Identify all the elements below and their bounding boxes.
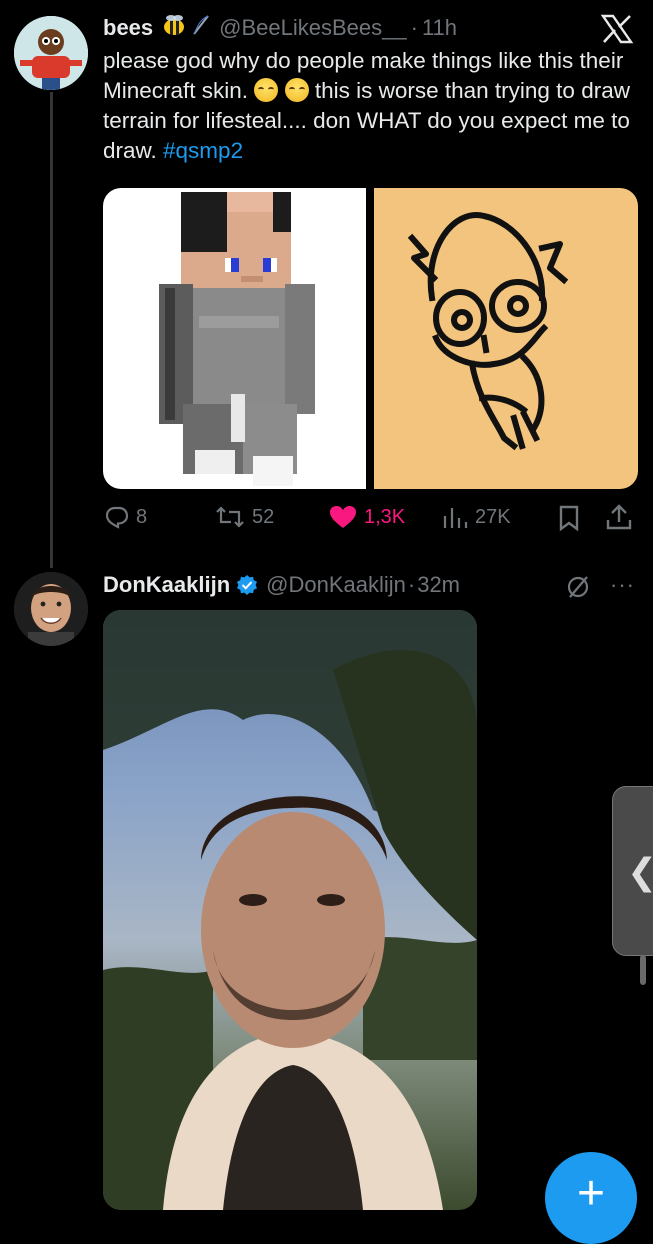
tweet1-handle[interactable]: @BeeLikesBees__ <box>219 15 406 41</box>
pleading-face-icon <box>254 78 279 102</box>
tweet1-media[interactable] <box>103 188 638 489</box>
side-panel-handle[interactable]: ❮ <box>612 786 653 956</box>
chevron-left-icon: ❮ <box>627 851 653 893</box>
tweet1-text: please god why do people make things lik… <box>103 46 633 166</box>
bookmark-button[interactable] <box>557 504 581 537</box>
tweet2-display-name[interactable]: DonKaaklijn <box>103 572 230 598</box>
pleading-face-icon <box>284 78 309 102</box>
views-count: 27K <box>475 505 511 528</box>
heart-filled-icon <box>330 506 356 528</box>
verified-badge-icon <box>236 574 258 596</box>
avatar-bees[interactable] <box>14 16 88 90</box>
reply-count: 8 <box>136 505 148 528</box>
avatar-donkaaklijn[interactable] <box>14 572 88 646</box>
needle-icon <box>191 14 211 42</box>
share-icon <box>606 504 632 530</box>
tweet1-header: bees @BeeLikesBees__ · 11h <box>103 14 457 42</box>
reply-icon <box>105 506 129 529</box>
like-button[interactable]: 1,3K <box>328 504 405 530</box>
tweet2-time[interactable]: 32m <box>417 572 460 598</box>
like-count: 1,3K <box>364 505 406 528</box>
tweet2-handle[interactable]: @DonKaaklijn <box>266 572 406 598</box>
bookmark-icon <box>559 505 579 532</box>
doodle-drawing-image[interactable] <box>374 188 638 489</box>
thread-line <box>50 92 53 568</box>
share-button[interactable] <box>605 502 633 537</box>
tweet2-dot: · <box>407 572 416 597</box>
tweet1-dot: · <box>410 15 418 40</box>
tweet1-time[interactable]: 11h <box>422 15 457 41</box>
tweet2-header: DonKaaklijn @DonKaaklijn · 32m <box>103 572 460 598</box>
grok-icon[interactable] <box>565 574 591 605</box>
side-panel-knob <box>640 955 646 985</box>
tweet2-photo[interactable] <box>103 610 477 1210</box>
retweet-count: 52 <box>252 505 275 528</box>
x-logo-icon <box>600 14 634 49</box>
more-options-button[interactable]: ··· <box>610 572 635 598</box>
compose-button[interactable]: + <box>545 1152 637 1244</box>
retweet-button[interactable]: 52 <box>214 504 274 530</box>
tweet1-display-name[interactable]: bees <box>103 15 153 41</box>
bee-icon <box>161 14 187 42</box>
reply-button[interactable]: 8 <box>104 504 147 530</box>
views-button[interactable]: 27K <box>441 504 511 530</box>
views-chart-icon <box>443 508 468 528</box>
minecraft-skin-image[interactable] <box>103 188 366 489</box>
hashtag-link[interactable]: #qsmp2 <box>163 138 243 163</box>
retweet-icon <box>216 506 244 528</box>
